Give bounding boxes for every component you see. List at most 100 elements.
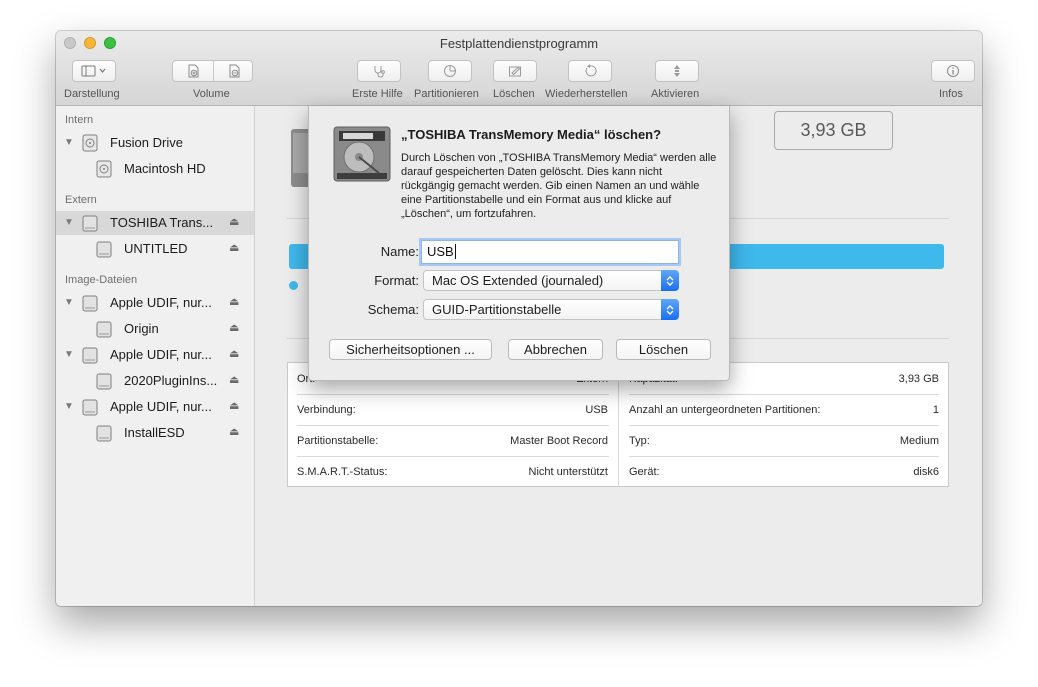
external-volume-icon (96, 241, 112, 258)
view-button[interactable] (72, 60, 116, 82)
sidebar-item-label: TOSHIBA Trans... (110, 215, 214, 230)
erase-label: Löschen (493, 88, 535, 100)
stethoscope-icon (374, 66, 385, 78)
sidebar-item-label: 2020PluginIns... (124, 373, 218, 388)
add-volume-button[interactable] (173, 61, 213, 81)
security-options-button[interactable]: Sicherheitsoptionen ... (329, 339, 492, 360)
sidebar-item-2020pluginins[interactable]: 2020PluginIns... ⏏ (56, 369, 254, 393)
disclosure-triangle-icon[interactable]: ▼ (64, 137, 74, 148)
external-disk-icon (82, 215, 98, 232)
disclosure-triangle-icon[interactable]: ▼ (64, 297, 74, 308)
first-aid-button[interactable] (357, 60, 401, 82)
eject-icon[interactable]: ⏏ (229, 425, 239, 438)
disk-image-icon (82, 295, 98, 312)
view-label: Darstellung (64, 88, 120, 100)
scheme-popup[interactable]: GUID-Partitionstabelle (423, 299, 679, 320)
sidebar-item-udif-1[interactable]: ▼ Apple UDIF, nur... ⏏ (56, 291, 254, 315)
first-aid-label: Erste Hilfe (352, 88, 403, 100)
partition-pie-icon (444, 65, 456, 77)
disk-image-volume-icon (96, 373, 112, 390)
disk-image-icon (82, 399, 98, 416)
connection-label: Verbindung: (297, 404, 356, 416)
sidebar-view-icon (81, 65, 106, 77)
sidebar-item-label: Apple UDIF, nur... (110, 295, 212, 310)
scheme-popup-value: GUID-Partitionstabelle (432, 302, 562, 317)
sidebar-item-label: Macintosh HD (124, 161, 206, 176)
disk-image-volume-icon (96, 425, 112, 442)
partition-label: Partitionieren (414, 88, 479, 100)
disclosure-triangle-icon[interactable]: ▼ (64, 217, 74, 228)
dialog-message: Durch Löschen von „TOSHIBA TransMemory M… (401, 152, 717, 220)
dialog-title: „TOSHIBA TransMemory Media“ löschen? (401, 127, 662, 142)
info-button[interactable] (931, 60, 975, 82)
partition-map-value: Master Boot Record (510, 435, 608, 447)
mount-icon (674, 65, 680, 77)
popup-arrows-icon (661, 299, 679, 320)
eject-icon[interactable]: ⏏ (229, 399, 239, 412)
smart-status-value: Nicht unterstützt (528, 466, 608, 478)
format-popup[interactable]: Mac OS Extended (journaled) (423, 270, 679, 291)
internal-disk-icon (82, 134, 98, 152)
device-value: disk6 (913, 466, 939, 478)
cancel-button[interactable]: Abbrechen (508, 339, 603, 360)
disclosure-triangle-icon[interactable]: ▼ (64, 401, 74, 412)
sidebar-item-installesd[interactable]: InstallESD ⏏ (56, 421, 254, 445)
name-input[interactable]: USB (421, 240, 679, 264)
internal-volume-icon (96, 160, 112, 178)
sidebar-item-toshiba[interactable]: ▼ TOSHIBA Trans... ⏏ (56, 211, 254, 235)
eject-icon[interactable]: ⏏ (229, 295, 239, 308)
sidebar-item-macintosh-hd[interactable]: Macintosh HD (56, 157, 254, 181)
sidebar-item-label: UNTITLED (124, 241, 188, 256)
volume-label: Volume (193, 88, 230, 100)
connection-value: USB (585, 404, 608, 416)
sidebar-item-udif-2[interactable]: ▼ Apple UDIF, nur... ⏏ (56, 343, 254, 367)
sidebar-item-origin[interactable]: Origin ⏏ (56, 317, 254, 341)
sidebar-section-images: Image-Dateien (65, 274, 138, 286)
sidebar-item-label: Fusion Drive (110, 135, 183, 150)
add-volume-icon (188, 64, 199, 78)
erase-toolbar-button[interactable] (493, 60, 537, 82)
disk-image-volume-icon (96, 321, 112, 338)
partition-map-label: Partitionstabelle: (297, 435, 379, 447)
disk-image-icon (82, 347, 98, 364)
sidebar-item-label: InstallESD (124, 425, 185, 440)
hard-drive-icon (333, 126, 391, 182)
eject-icon[interactable]: ⏏ (229, 215, 239, 228)
smart-status-label: S.M.A.R.T.-Status: (297, 466, 388, 478)
capacity-display: 3,93 GB (774, 111, 893, 150)
sidebar-section-extern: Extern (65, 194, 97, 206)
window-title: Festplattendienstprogramm (439, 36, 599, 51)
sidebar-item-untitled[interactable]: UNTITLED ⏏ (56, 237, 254, 261)
erase-confirm-button[interactable]: Löschen (616, 339, 711, 360)
eject-icon[interactable]: ⏏ (229, 373, 239, 386)
partition-button[interactable] (428, 60, 472, 82)
type-label: Typ: (629, 435, 650, 447)
format-popup-value: Mac OS Extended (journaled) (432, 273, 604, 288)
eject-icon[interactable]: ⏏ (229, 321, 239, 334)
child-count-value: 1 (932, 404, 939, 416)
restore-label: Wiederherstellen (545, 88, 628, 100)
remove-volume-icon (229, 64, 239, 78)
disclosure-triangle-icon[interactable]: ▼ (64, 349, 74, 360)
restore-button[interactable] (568, 60, 612, 82)
volume-segmented-control (172, 60, 253, 82)
sidebar-item-label: Origin (124, 321, 159, 336)
remove-volume-button[interactable] (214, 61, 253, 81)
mount-button[interactable] (655, 60, 699, 82)
name-label: Name: (380, 244, 419, 259)
sidebar-item-fusion-drive[interactable]: ▼ Fusion Drive (56, 131, 254, 155)
eject-icon[interactable]: ⏏ (229, 241, 239, 254)
name-input-value: USB (427, 244, 454, 259)
sidebar-item-label: Apple UDIF, nur... (110, 399, 212, 414)
restore-arrow-icon (585, 64, 597, 77)
legend-dot (289, 281, 298, 290)
info-label: Infos (939, 88, 963, 100)
popup-arrows-icon (661, 270, 679, 291)
erase-icon (509, 66, 521, 77)
sidebar-item-udif-3[interactable]: ▼ Apple UDIF, nur... ⏏ (56, 395, 254, 419)
mount-label: Aktivieren (651, 88, 700, 100)
eject-icon[interactable]: ⏏ (229, 347, 239, 360)
child-count-label: Anzahl an untergeordneten Partitionen: (629, 404, 821, 416)
device-label: Gerät: (629, 466, 660, 478)
info-icon (947, 65, 959, 77)
